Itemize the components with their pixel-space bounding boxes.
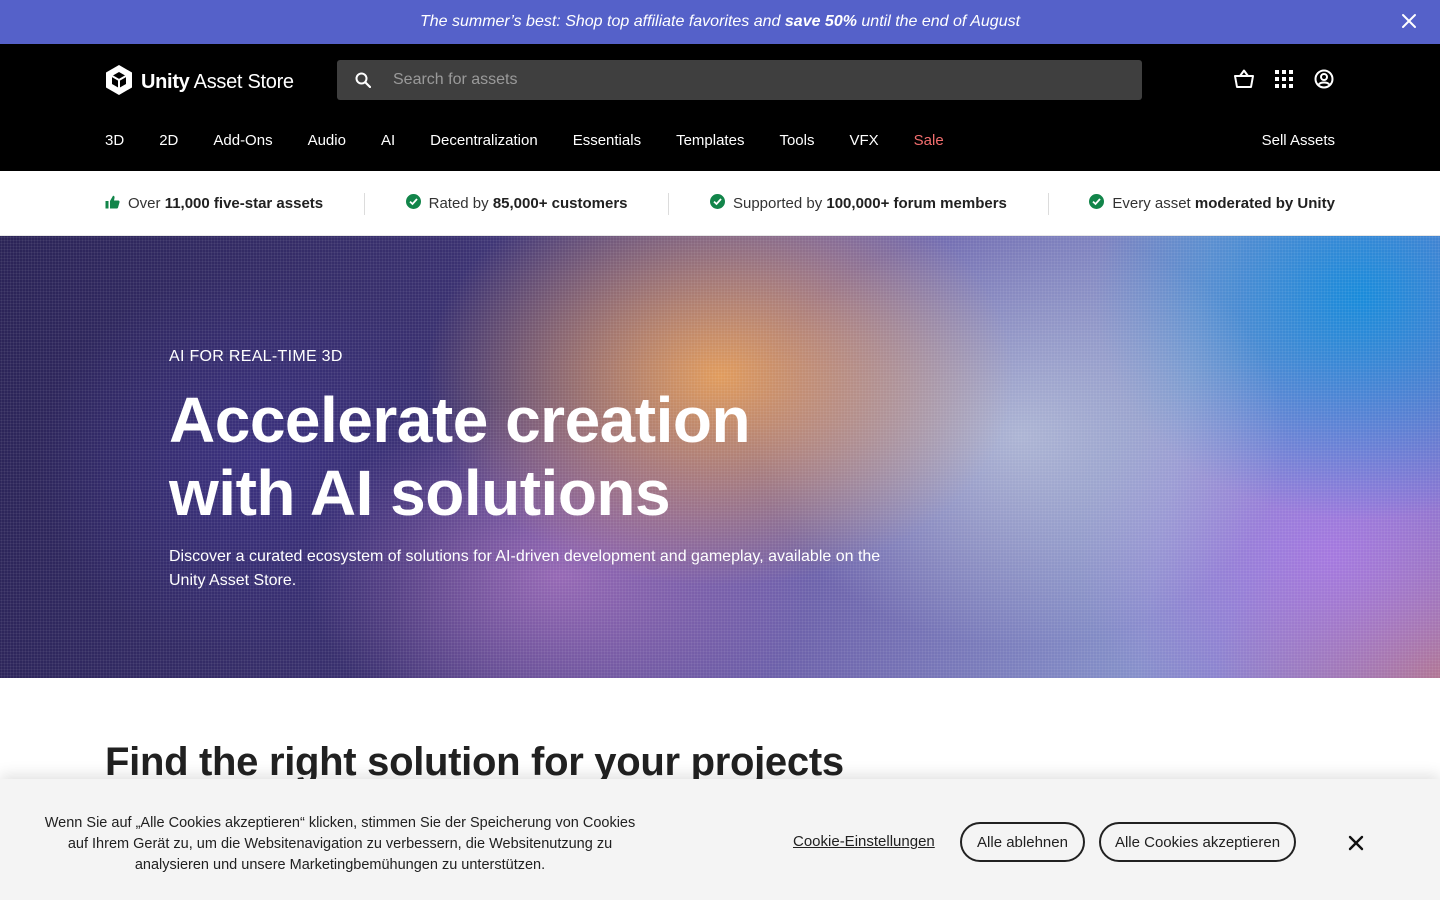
cookie-text: Wenn Sie auf „Alle Cookies akzeptieren“ … xyxy=(44,815,636,873)
nav-tools[interactable]: Tools xyxy=(779,132,814,149)
cart-icon[interactable] xyxy=(1233,68,1255,90)
sell-assets-link[interactable]: Sell Assets xyxy=(1262,132,1335,149)
nav-templates[interactable]: Templates xyxy=(676,132,744,149)
check-circle-icon xyxy=(1089,194,1105,213)
nav-audio[interactable]: Audio xyxy=(308,132,346,149)
trust-bar: Over 11,000 five-star assets Rated by 85… xyxy=(0,171,1440,236)
trust-item-customers: Rated by 85,000+ customers xyxy=(405,194,628,213)
category-nav: 3D 2D Add-Ons Audio AI Decentralization … xyxy=(105,132,979,149)
trust-item-forum: Supported by 100,000+ forum members xyxy=(709,194,1007,213)
header-actions xyxy=(1233,68,1335,90)
divider xyxy=(1047,192,1049,215)
search-input[interactable] xyxy=(389,71,1142,89)
accept-all-button[interactable]: Alle Cookies akzeptieren xyxy=(1099,822,1296,862)
cookie-banner: Wenn Sie auf „Alle Cookies akzeptieren“ … xyxy=(0,779,1440,900)
nav-ai[interactable]: AI xyxy=(381,132,395,149)
check-circle-icon xyxy=(405,194,421,213)
check-circle-icon xyxy=(709,194,725,213)
hero-eyebrow: AI FOR REAL-TIME 3D xyxy=(169,348,343,365)
hero-description: Discover a curated ecosystem of solution… xyxy=(169,548,881,589)
apps-grid-icon[interactable] xyxy=(1273,68,1295,90)
unity-logo-icon xyxy=(105,64,133,101)
account-icon[interactable] xyxy=(1313,68,1335,90)
logo-text: Unity Asset Store xyxy=(141,71,294,93)
promo-close-icon[interactable] xyxy=(1398,10,1420,32)
nav-decentralization[interactable]: Decentralization xyxy=(430,132,538,149)
search-bar[interactable] xyxy=(337,60,1142,100)
divider xyxy=(668,192,670,215)
search-icon[interactable] xyxy=(337,60,389,100)
nav-add-ons[interactable]: Add-Ons xyxy=(213,132,272,149)
reject-all-button[interactable]: Alle ablehnen xyxy=(960,822,1085,862)
nav-vfx[interactable]: VFX xyxy=(849,132,878,149)
logo[interactable]: Unity Asset Store xyxy=(105,64,294,101)
cookie-settings-link[interactable]: Cookie-Einstellungen xyxy=(793,833,935,850)
hero-title: Accelerate creation with AI solutions xyxy=(169,384,751,529)
promo-text[interactable]: The summer’s best: Shop top affiliate fa… xyxy=(420,13,1020,31)
nav-2d[interactable]: 2D xyxy=(159,132,178,149)
divider xyxy=(363,192,365,215)
trust-item-moderated: Every asset moderated by Unity xyxy=(1089,194,1335,213)
promo-banner: The summer’s best: Shop top affiliate fa… xyxy=(0,0,1440,44)
nav-3d[interactable]: 3D xyxy=(105,132,124,149)
nav-essentials[interactable]: Essentials xyxy=(573,132,641,149)
hero-banner[interactable]: AI FOR REAL-TIME 3D Accelerate creation … xyxy=(0,236,1440,678)
thumbs-up-icon xyxy=(105,195,120,213)
cookie-close-icon[interactable] xyxy=(1344,831,1368,855)
trust-item-five-star: Over 11,000 five-star assets xyxy=(105,195,323,213)
nav-sale[interactable]: Sale xyxy=(914,132,944,149)
site-header: Unity Asset Store 3D 2D Add-Ons Audio AI… xyxy=(0,44,1440,171)
